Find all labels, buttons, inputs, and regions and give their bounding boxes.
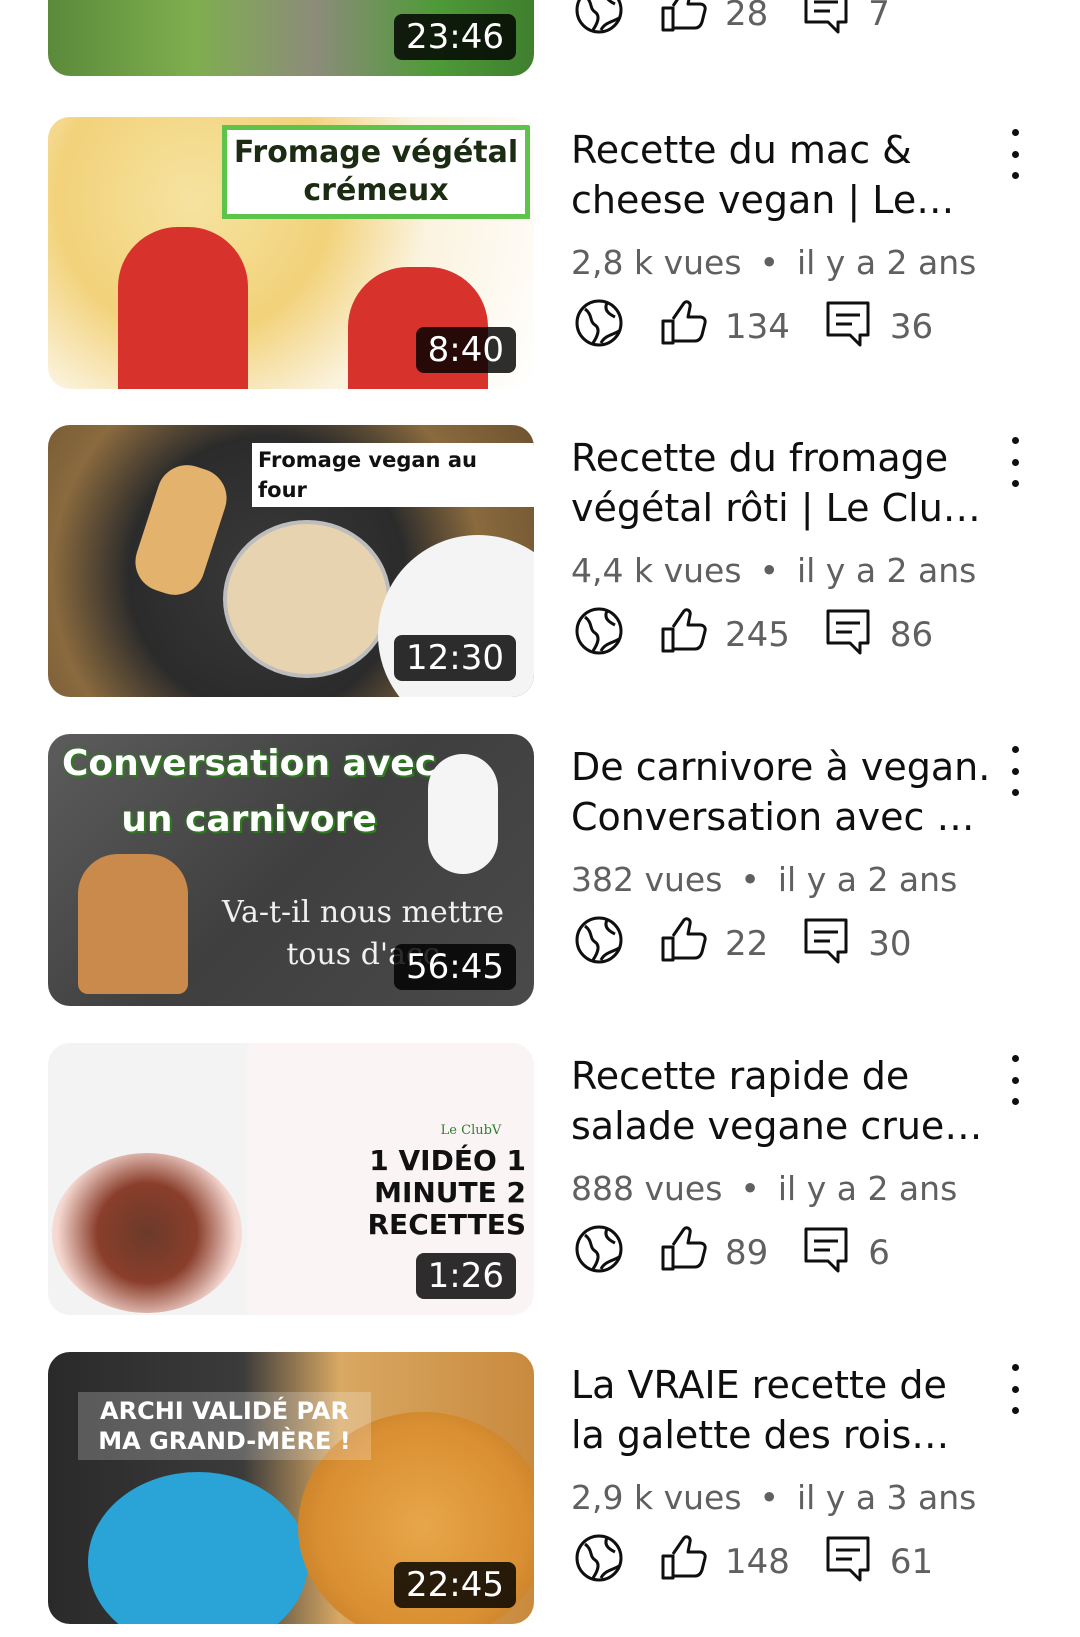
video-item[interactable]: Conversation avec un carnivore Va-t-il n… [0, 734, 1080, 1006]
video-duration: 1:26 [415, 1253, 516, 1299]
thumbs-up-icon [655, 295, 711, 360]
comment-count: 36 [889, 307, 934, 347]
video-stats: 28 7 [571, 0, 920, 42]
like-count: 28 [725, 0, 769, 34]
video-list: 23:46 28 7 Fromage végétal crémeux 8:40 … [0, 0, 1080, 1637]
video-meta: 2,8 k vues • il y a 2 ans [571, 241, 976, 285]
globe-icon [571, 0, 627, 47]
separator: • [759, 551, 779, 590]
thumbs-up-icon [655, 0, 711, 47]
view-count: 4,4 k vues [571, 551, 742, 590]
globe-icon [571, 912, 627, 977]
globe-icon [571, 603, 627, 668]
upload-age: il y a 2 ans [777, 860, 958, 899]
video-title[interactable]: Recette du fromage végétal rôti | Le Clu… [571, 433, 991, 533]
like-count: 134 [725, 307, 790, 347]
video-stats: 134 36 [571, 299, 963, 355]
comment-count: 30 [868, 924, 912, 964]
separator: • [740, 860, 760, 899]
salad-bowl-image [52, 1153, 242, 1313]
comment-icon [798, 912, 854, 977]
video-duration: 56:45 [394, 944, 516, 990]
video-item[interactable]: Fromage végétal crémeux 8:40 Recette du … [0, 117, 1080, 389]
view-count: 2,8 k vues [571, 243, 742, 282]
thumbs-up-icon [655, 912, 711, 977]
more-vert-icon[interactable] [1000, 746, 1030, 796]
rabbit-image [428, 754, 498, 874]
thumbs-up-icon [655, 603, 711, 668]
video-thumbnail[interactable]: Conversation avec un carnivore Va-t-il n… [48, 734, 534, 1006]
globe-icon [571, 295, 627, 360]
video-item[interactable]: 23:46 28 7 [0, 0, 1080, 76]
video-duration: 12:30 [394, 635, 516, 681]
video-duration: 8:40 [415, 327, 516, 373]
comment-count: 7 [868, 0, 890, 34]
video-title[interactable]: Recette du mac & cheese vegan | Le Club … [571, 125, 991, 225]
video-stats: 148 61 [571, 1534, 963, 1590]
view-count: 2,9 k vues [571, 1478, 742, 1517]
video-meta: 888 vues • il y a 2 ans [571, 1167, 957, 1211]
upload-age: il y a 2 ans [796, 243, 977, 282]
caveman-image [78, 854, 188, 994]
video-meta: 4,4 k vues • il y a 2 ans [571, 549, 976, 593]
more-vert-icon[interactable] [1000, 129, 1030, 179]
globe-icon [571, 1221, 627, 1286]
comment-icon [820, 603, 876, 668]
bread-image [127, 457, 235, 603]
view-count: 382 vues [571, 860, 723, 899]
video-meta: 382 vues • il y a 2 ans [571, 858, 957, 902]
video-thumbnail[interactable]: 23:46 [48, 0, 534, 76]
person-image [118, 227, 248, 389]
video-duration: 22:45 [394, 1562, 516, 1608]
more-vert-icon[interactable] [1000, 1055, 1030, 1105]
video-thumbnail[interactable]: 1 VIDÉO 1 MINUTE 2 RECETTES Le ClubV 1:2… [48, 1043, 534, 1315]
video-stats: 245 86 [571, 607, 963, 663]
separator: • [740, 1169, 760, 1208]
globe-icon [571, 1530, 627, 1595]
video-title[interactable]: La VRAIE recette de la galette des rois … [571, 1360, 991, 1460]
video-thumbnail[interactable]: Fromage vegan au four 12:30 [48, 425, 534, 697]
video-title[interactable]: De carnivore à vegan. Conversation avec … [571, 742, 991, 842]
like-count: 148 [725, 1542, 790, 1582]
bowl-image [223, 520, 391, 678]
thumbnail-caption: ARCHI VALIDÉ PAR MA GRAND-MÈRE ! [78, 1392, 371, 1460]
video-title[interactable]: Recette rapide de salade vegane crue Le … [571, 1051, 991, 1151]
comment-count: 6 [868, 1233, 890, 1273]
video-duration: 23:46 [394, 14, 516, 60]
more-vert-icon[interactable] [1000, 437, 1030, 487]
video-meta: 2,9 k vues • il y a 3 ans [571, 1476, 976, 1520]
separator: • [759, 243, 779, 282]
like-count: 22 [725, 924, 769, 964]
video-item[interactable]: ARCHI VALIDÉ PAR MA GRAND-MÈRE ! 22:45 L… [0, 1352, 1080, 1624]
like-count: 245 [725, 615, 790, 655]
comment-icon [820, 1530, 876, 1595]
more-vert-icon[interactable] [1000, 1364, 1030, 1414]
video-stats: 22 30 [571, 916, 942, 972]
upload-age: il y a 2 ans [796, 551, 977, 590]
like-count: 89 [725, 1233, 769, 1273]
video-item[interactable]: Fromage vegan au four 12:30 Recette du f… [0, 425, 1080, 697]
upload-age: il y a 2 ans [777, 1169, 958, 1208]
thumbnail-caption: Fromage végétal crémeux [222, 125, 530, 219]
thumbs-up-icon [655, 1530, 711, 1595]
comment-count: 61 [889, 1542, 934, 1582]
separator: • [759, 1478, 779, 1517]
thumbnail-caption: Fromage vegan au four [252, 443, 534, 507]
comment-icon [820, 295, 876, 360]
comment-icon [798, 0, 854, 47]
video-stats: 89 6 [571, 1225, 920, 1281]
thumbnail-caption: 1 VIDÉO 1 MINUTE 2 RECETTES [367, 1144, 527, 1241]
comment-count: 86 [889, 615, 934, 655]
video-item[interactable]: 1 VIDÉO 1 MINUTE 2 RECETTES Le ClubV 1:2… [0, 1043, 1080, 1315]
video-thumbnail[interactable]: Fromage végétal crémeux 8:40 [48, 117, 534, 389]
view-count: 888 vues [571, 1169, 723, 1208]
thumbs-up-icon [655, 1221, 711, 1286]
comment-icon [798, 1221, 854, 1286]
plate-image [88, 1472, 308, 1624]
channel-logo: Le ClubV [440, 1123, 502, 1138]
thumbnail-caption: Conversation avec un carnivore [61, 743, 437, 840]
video-thumbnail[interactable]: ARCHI VALIDÉ PAR MA GRAND-MÈRE ! 22:45 [48, 1352, 534, 1624]
upload-age: il y a 3 ans [796, 1478, 977, 1517]
